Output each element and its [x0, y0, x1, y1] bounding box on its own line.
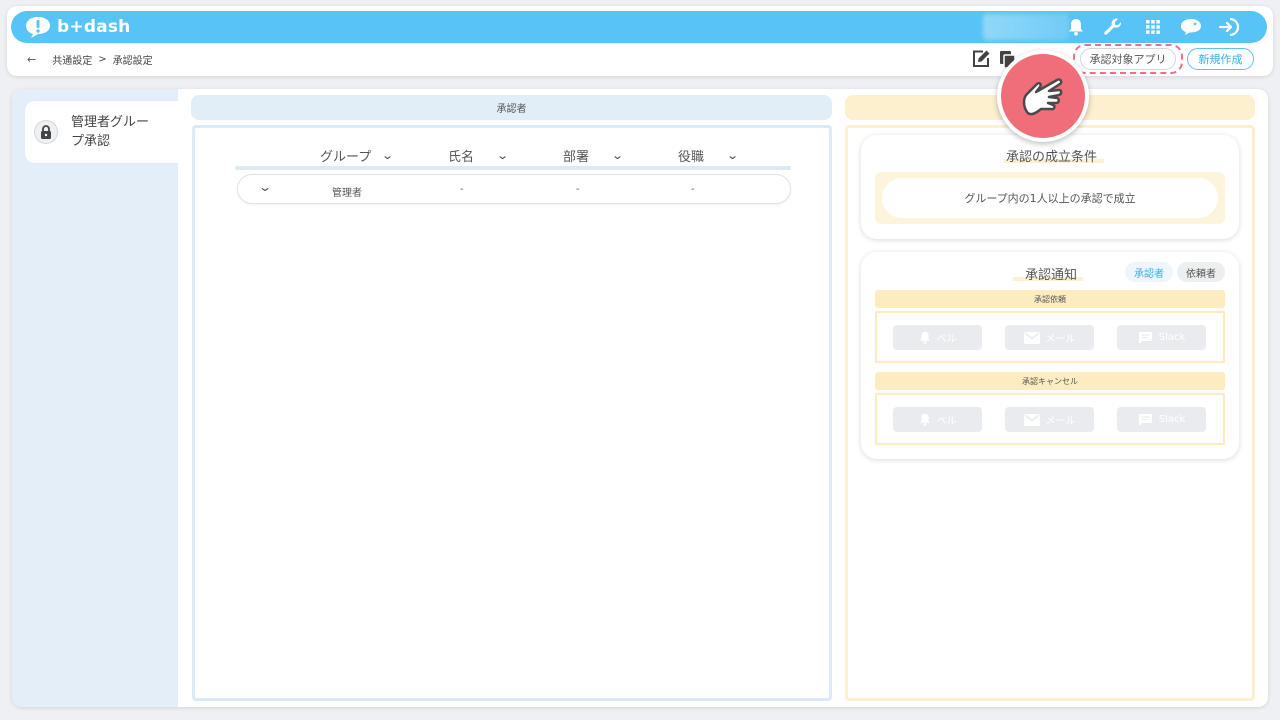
- bell-channel-button[interactable]: ベル: [893, 325, 982, 350]
- bell-icon: [919, 331, 930, 344]
- approval-request-channels: ベル メール Slack: [875, 311, 1225, 363]
- back-arrow-icon[interactable]: ←: [27, 53, 36, 66]
- channel-label: ベル: [936, 334, 957, 345]
- approvers-table: グループ ⌄ 氏名 ⌄ 部署 ⌄ 役職 ⌄ ⌄ 管理者 - - -: [192, 125, 832, 701]
- logo-text: b+dash: [57, 17, 131, 37]
- expand-chevron-icon[interactable]: ⌄: [258, 180, 272, 194]
- column-header-name[interactable]: 氏名 ⌄: [448, 146, 509, 165]
- approval-notification-card: 承認通知 承認者 依頼者 承認依頼 ベル メール Slack 承認キャンセル ベ…: [861, 252, 1239, 459]
- approval-condition-card: 承認の成立条件 グループ内の1人以上の承認で成立: [861, 135, 1239, 239]
- chat-icon[interactable]: [1180, 17, 1202, 37]
- slack-channel-button[interactable]: Slack: [1117, 325, 1206, 350]
- mail-icon: [1023, 413, 1040, 426]
- pointing-hand-icon: [997, 50, 1089, 142]
- mail-channel-button[interactable]: メール: [1005, 407, 1094, 432]
- column-header-label: 部署: [563, 150, 590, 165]
- channel-label: メール: [1045, 416, 1076, 427]
- mail-icon: [1023, 331, 1040, 344]
- chevron-down-icon[interactable]: ⌄: [726, 149, 739, 162]
- table-row[interactable]: ⌄ 管理者 - - -: [237, 174, 791, 204]
- approval-condition-title: 承認の成立条件: [1006, 150, 1098, 165]
- condition-value: グループ内の1人以上の承認で成立: [882, 178, 1218, 218]
- bell-channel-button[interactable]: ベル: [893, 407, 982, 432]
- tab-requester[interactable]: 依頼者: [1177, 262, 1225, 282]
- new-create-button[interactable]: 新規作成: [1187, 48, 1254, 70]
- section-header-approval-request: 承認依頼: [875, 290, 1225, 308]
- column-header-label: 役職: [678, 150, 705, 165]
- cell-group: 管理者: [332, 188, 362, 199]
- sidebar-item-label: 管理者グループ承認: [71, 115, 150, 149]
- target-apps-button[interactable]: 承認対象アプリ: [1080, 48, 1176, 70]
- channel-label: Slack: [1158, 414, 1186, 425]
- tab-approver[interactable]: 承認者: [1125, 262, 1173, 282]
- channel-label: ベル: [936, 416, 957, 427]
- bell-icon[interactable]: [1065, 17, 1087, 37]
- grid-icon[interactable]: [1142, 17, 1164, 37]
- approval-cancel-channels: ベル メール Slack: [875, 393, 1225, 445]
- edit-icon[interactable]: [971, 49, 991, 69]
- approvers-panel-header: 承認者: [191, 95, 832, 120]
- top-navbar: b+dash: [11, 11, 1267, 43]
- condition-box: グループ内の1人以上の承認で成立: [875, 172, 1225, 224]
- channel-label: メール: [1045, 334, 1076, 345]
- chevron-down-icon[interactable]: ⌄: [381, 149, 394, 162]
- user-info-blurred[interactable]: [983, 14, 1069, 40]
- breadcrumb-current: 承認設定: [112, 56, 153, 67]
- section-header-approval-cancel: 承認キャンセル: [875, 372, 1225, 390]
- column-header-position[interactable]: 役職 ⌄: [678, 146, 739, 165]
- wrench-icon[interactable]: [1102, 17, 1124, 37]
- main-card: 管理者グループ承認 承認者 グループ ⌄ 氏名 ⌄ 部署 ⌄ 役職 ⌄ ⌄ 管理者 - …: [12, 89, 1268, 707]
- approval-notification-title: 承認通知: [1025, 268, 1078, 283]
- bell-icon: [919, 413, 930, 426]
- cell-name: -: [460, 184, 464, 195]
- channel-label: Slack: [1158, 332, 1186, 343]
- column-header-label: 氏名: [448, 150, 475, 165]
- logout-icon[interactable]: [1218, 17, 1240, 37]
- settings-panel: 承認の成立条件 グループ内の1人以上の承認で成立 承認通知 承認者 依頼者 承認…: [845, 125, 1255, 701]
- message-icon: [1138, 331, 1152, 344]
- breadcrumb: ← 共通設定 > 承認設定: [27, 52, 153, 67]
- lock-icon: [34, 120, 58, 144]
- column-header-department[interactable]: 部署 ⌄: [563, 146, 624, 165]
- column-header-group[interactable]: グループ ⌄: [320, 146, 394, 165]
- breadcrumb-separator: >: [98, 54, 107, 65]
- header-underline: [235, 166, 791, 170]
- slack-channel-button[interactable]: Slack: [1117, 407, 1206, 432]
- chevron-down-icon[interactable]: ⌄: [496, 149, 509, 162]
- sidebar-item-admin-group-approval[interactable]: 管理者グループ承認: [25, 101, 185, 163]
- cell-position: -: [691, 184, 695, 195]
- logo-bubble-icon: [26, 17, 50, 38]
- chevron-down-icon[interactable]: ⌄: [611, 149, 624, 162]
- sidebar: 管理者グループ承認: [12, 89, 185, 707]
- cell-department: -: [576, 184, 580, 195]
- message-icon: [1138, 413, 1152, 426]
- breadcrumb-parent[interactable]: 共通設定: [52, 52, 92, 67]
- column-header-label: グループ: [320, 150, 372, 165]
- logo[interactable]: b+dash: [25, 15, 130, 39]
- mail-channel-button[interactable]: メール: [1005, 325, 1094, 350]
